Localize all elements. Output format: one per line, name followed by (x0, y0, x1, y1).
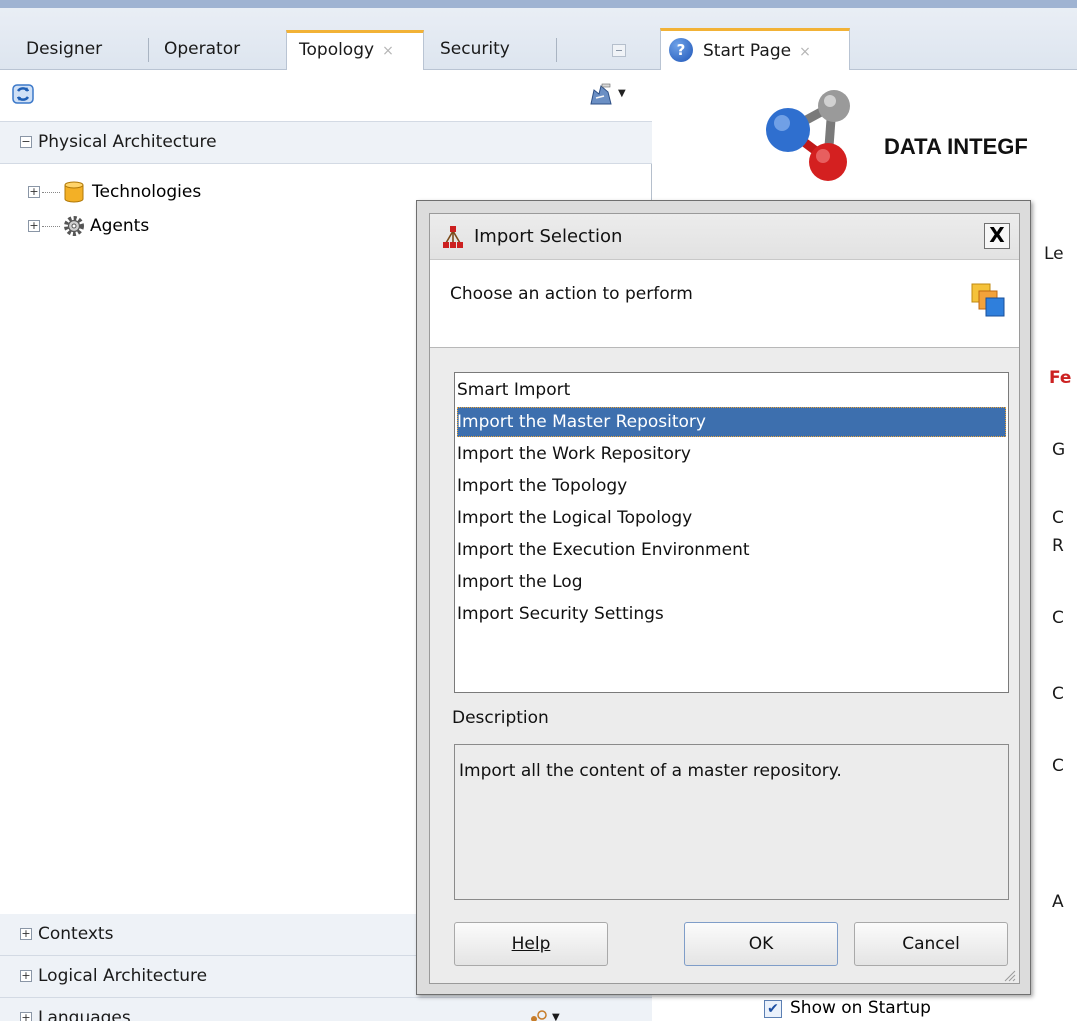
checkbox-label: Show on Startup (790, 998, 931, 1018)
list-item-import-log[interactable]: Import the Log (457, 567, 1006, 597)
list-item-import-security-settings[interactable]: Import Security Settings (457, 599, 1006, 629)
import-hierarchy-icon (440, 224, 466, 250)
close-icon[interactable]: X (984, 223, 1010, 249)
tree-item-label: Agents (90, 216, 150, 236)
tab-security[interactable]: Security (428, 30, 558, 70)
tab-operator[interactable]: Operator (152, 30, 284, 70)
description-label: Description (452, 708, 549, 728)
list-item-import-execution-environment[interactable]: Import the Execution Environment (457, 535, 1006, 565)
tab-designer[interactable]: Designer (14, 30, 148, 70)
chevron-down-icon[interactable]: ▼ (618, 88, 626, 99)
minimize-icon[interactable] (612, 44, 626, 57)
description-box: Import all the content of a master repos… (454, 744, 1009, 900)
dialog-titlebar[interactable]: Import Selection X (430, 214, 1019, 260)
list-item-import-master-repository[interactable]: Import the Master Repository (457, 407, 1006, 437)
tree-item-technologies[interactable]: + Technologies (0, 178, 400, 206)
list-item-import-topology[interactable]: Import the Topology (457, 471, 1006, 501)
tree-connector (42, 226, 60, 227)
dialog-instruction: Choose an action to perform (450, 284, 693, 304)
tab-label: Security (440, 39, 510, 59)
expand-icon[interactable]: + (28, 186, 40, 198)
tree-connector (42, 192, 60, 193)
language-tools-icon[interactable] (528, 1002, 550, 1021)
accordion-label: Physical Architecture (38, 132, 217, 152)
resize-grip-icon[interactable] (1000, 966, 1016, 982)
ok-button-label: OK (748, 934, 774, 954)
tab-topology[interactable]: Topology × (286, 30, 424, 70)
tab-separator (556, 38, 557, 62)
chevron-down-icon[interactable]: ▼ (552, 998, 560, 1021)
dialog-frame: Import Selection X Choose an action to p… (429, 213, 1020, 984)
side-text: Fe (1049, 368, 1072, 388)
expand-icon[interactable]: + (28, 220, 40, 232)
tree-item-agents[interactable]: + Agents (0, 212, 400, 240)
tab-close-icon[interactable]: × (382, 43, 394, 59)
import-selection-dialog: Import Selection X Choose an action to p… (416, 200, 1031, 995)
cancel-button-label: Cancel (902, 934, 960, 954)
side-text: C (1052, 684, 1064, 704)
cancel-button[interactable]: Cancel (854, 922, 1008, 966)
dialog-header: Choose an action to perform (430, 260, 1019, 348)
navigator-toolbar: ▼ (0, 70, 652, 122)
tab-label: Designer (26, 39, 103, 59)
expand-icon[interactable]: + (20, 1012, 32, 1021)
collapse-icon[interactable]: − (20, 136, 32, 148)
ok-button[interactable]: OK (684, 922, 838, 966)
side-text: R (1052, 536, 1064, 556)
gear-icon (62, 214, 86, 238)
tab-label: Operator (164, 39, 241, 59)
help-icon: ? (669, 38, 693, 62)
expand-icon[interactable]: + (20, 970, 32, 982)
tab-separator (148, 38, 149, 62)
database-cylinder-icon (62, 180, 86, 204)
side-text: C (1052, 508, 1064, 528)
tab-label-text: Start Page (703, 41, 792, 61)
accordion-label: Contexts (38, 924, 114, 944)
accordion-label: Logical Architecture (38, 966, 208, 986)
window-top-strip (0, 0, 1077, 8)
tab-label: Start Page × (703, 39, 811, 64)
tree-item-label: Technologies (92, 182, 202, 202)
accordion-label: Languages (38, 1008, 131, 1021)
side-text: G (1052, 440, 1066, 460)
side-text: C (1052, 608, 1064, 628)
tab-close-icon[interactable]: × (799, 44, 811, 60)
tab-start-page[interactable]: ? Start Page × (660, 28, 850, 70)
help-button-label: Help (511, 934, 551, 954)
dialog-title: Import Selection (474, 226, 623, 247)
editor-tabbar: ? Start Page × (652, 8, 1077, 70)
start-page-heading: DATA INTEGF (884, 134, 1028, 159)
refresh-icon[interactable] (10, 82, 36, 106)
action-list[interactable]: Smart Import Import the Master Repositor… (454, 372, 1009, 693)
side-text: C (1052, 756, 1064, 776)
accordion-languages[interactable]: + Languages ▼ (0, 998, 652, 1021)
list-item-import-work-repository[interactable]: Import the Work Repository (457, 439, 1006, 469)
accordion-physical-architecture[interactable]: − Physical Architecture (0, 122, 652, 164)
connect-icon[interactable] (588, 82, 614, 106)
help-button[interactable]: Help (454, 922, 608, 966)
molecule-logo-icon (760, 88, 870, 188)
list-item-smart-import[interactable]: Smart Import (457, 375, 1006, 405)
side-text: A (1052, 892, 1064, 912)
checkbox-checked-icon[interactable]: ✔ (764, 1000, 782, 1018)
navigator-tabbar: Designer Operator Topology × Security (0, 8, 652, 70)
tab-label: Topology (299, 40, 375, 60)
description-text: Import all the content of a master repos… (459, 761, 842, 781)
side-text: Le (1044, 244, 1064, 264)
list-item-import-logical-topology[interactable]: Import the Logical Topology (457, 503, 1006, 533)
stacked-squares-icon (970, 282, 1006, 318)
expand-icon[interactable]: + (20, 928, 32, 940)
